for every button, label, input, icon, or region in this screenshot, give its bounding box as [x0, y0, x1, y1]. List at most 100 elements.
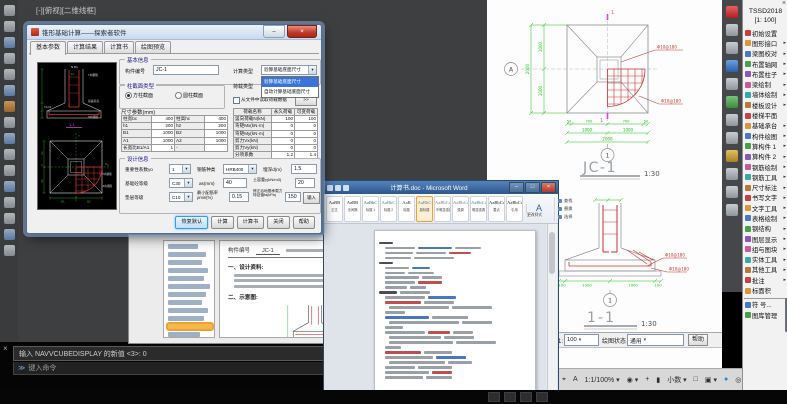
- tssd-item-实体工具[interactable]: 实体工具▸: [744, 255, 787, 265]
- tree-item[interactable]: [168, 324, 212, 329]
- word-scrollbar[interactable]: [547, 224, 557, 391]
- dropdown-option[interactable]: 验算基础底面尺寸: [262, 77, 318, 87]
- fa-input-button[interactable]: 输入: [303, 192, 320, 204]
- tree-item[interactable]: [168, 308, 208, 313]
- soil-input[interactable]: [295, 178, 315, 188]
- rho-min-input[interactable]: [229, 192, 249, 202]
- word-page[interactable]: [374, 230, 536, 391]
- tool-icon[interactable]: [4, 245, 15, 256]
- tssd-item-钢筋工具[interactable]: 钢筋工具▸: [744, 172, 787, 182]
- load-value-cell[interactable]: 0: [295, 138, 318, 145]
- tssd-item-布置柱子[interactable]: 布置柱子▸: [744, 69, 787, 79]
- tool-icon[interactable]: [726, 204, 738, 216]
- load-value-cell[interactable]: 0: [272, 145, 295, 152]
- annotation-icon[interactable]: A: [573, 376, 578, 383]
- taskbar-item[interactable]: [536, 392, 548, 402]
- tool-icon[interactable]: [4, 213, 15, 224]
- style-chip-明显强调[interactable]: AaBbCcD明显强调: [470, 196, 487, 222]
- style-chip-要点[interactable]: AaBbCcD要点: [488, 196, 505, 222]
- tssd-item-楼板设计[interactable]: 楼板设计▸: [744, 100, 787, 110]
- tssd-close-icon[interactable]: ×: [782, 0, 786, 7]
- tssd-item-符 号...[interactable]: 符 号...: [744, 298, 787, 310]
- tab-基本参数[interactable]: 基本参数: [30, 41, 66, 55]
- tool-icon[interactable]: [4, 69, 15, 80]
- calc-type-dropdown-list[interactable]: 验算基础底面尺寸 自动计算基础底面尺寸: [261, 76, 319, 98]
- save-icon[interactable]: [327, 185, 333, 191]
- word-titlebar[interactable]: 计算书.doc - Microsoft Word – □ ×: [324, 181, 558, 194]
- dialog-close-button[interactable]: ×: [287, 25, 317, 38]
- tssd-item-图库管理[interactable]: 图库管理: [744, 310, 787, 320]
- tssd-item-组与图块[interactable]: 组与图块▸: [744, 244, 787, 254]
- tool-icon[interactable]: [726, 96, 738, 108]
- load-name-cell[interactable]: 弯矩My(kN·m): [234, 131, 272, 138]
- tool-icon[interactable]: [4, 37, 15, 48]
- units-precision[interactable]: 小数 ▾: [667, 375, 686, 385]
- annotation-visibility-icon[interactable]: ◉ ▾: [627, 376, 639, 384]
- load-value-cell[interactable]: 0: [295, 145, 318, 152]
- size-params-table[interactable]: 柱宽bc400柱高hc400h1200h2200B11000B21000A110…: [121, 115, 228, 152]
- find-button[interactable]: 查找: [558, 197, 572, 205]
- tssd-item-梁图校对[interactable]: 梁图校对▸: [744, 49, 787, 59]
- load-name-cell[interactable]: 竖向荷载N(kN): [234, 116, 272, 123]
- tool-icon[interactable]: [4, 21, 15, 32]
- undo-icon[interactable]: [335, 185, 341, 191]
- tssd-item-标面积[interactable]: 标面积: [744, 285, 787, 295]
- style-chip-正文[interactable]: AaBB正文: [326, 196, 343, 222]
- viewport-label[interactable]: [-][俯视][二维线框]: [36, 5, 96, 16]
- taskbar-item[interactable]: [504, 392, 516, 402]
- tree-item[interactable]: [168, 244, 198, 249]
- tssd-item-钢筋绘制[interactable]: 钢筋绘制▸: [744, 162, 787, 172]
- style-chip-标题 1[interactable]: AaBbC标题 1: [362, 196, 379, 222]
- tool-icon[interactable]: [726, 42, 738, 54]
- load-value-cell[interactable]: 0: [272, 131, 295, 138]
- style-chip-不明显强调[interactable]: AaBbCcD不明显强调: [434, 196, 451, 222]
- tssd-item-图形接口[interactable]: 图形接口▸: [744, 38, 787, 48]
- tree-item[interactable]: [168, 252, 206, 257]
- crosshair-icon[interactable]: +: [645, 376, 649, 383]
- tssd-item-构件绘图[interactable]: 构件绘图▸: [744, 131, 787, 141]
- style-chip-强调[interactable]: AaBbCcD强调: [452, 196, 469, 222]
- dialog-button-关闭[interactable]: 关闭: [267, 216, 289, 229]
- tssd-item-墙体绘制[interactable]: 墙体绘制▸: [744, 90, 787, 100]
- param-value-cell[interactable]: 400: [205, 116, 228, 123]
- isolate-objects-icon[interactable]: ▮: [656, 376, 660, 384]
- tool-icon[interactable]: [726, 6, 738, 18]
- replace-button[interactable]: 替换: [558, 205, 572, 213]
- load-name-cell[interactable]: 剪力Vx(kN): [234, 138, 272, 145]
- round-column-radio[interactable]: [175, 92, 182, 99]
- tool-icon[interactable]: [4, 149, 15, 160]
- param-label-cell[interactable]: h2: [175, 123, 205, 130]
- word-scrollbar-thumb[interactable]: [549, 232, 555, 274]
- tree-item[interactable]: [168, 316, 204, 321]
- tab-绘图预览[interactable]: 绘图预览: [135, 41, 171, 53]
- tree-item[interactable]: [168, 284, 210, 289]
- param-label-cell[interactable]: A1: [122, 138, 152, 145]
- style-chip-标题[interactable]: AaB标题: [398, 196, 415, 222]
- fa-input[interactable]: [285, 192, 301, 202]
- right-draw-toolbar[interactable]: [722, 0, 742, 292]
- tool-icon[interactable]: [4, 165, 15, 176]
- tool-icon[interactable]: [4, 181, 15, 192]
- param-label-cell[interactable]: h1: [122, 123, 152, 130]
- taskbar-item[interactable]: [488, 392, 500, 402]
- sync-icon[interactable]: ●: [724, 376, 728, 383]
- tssd-item-文字工具[interactable]: 文字工具▸: [744, 203, 787, 213]
- tool-icon[interactable]: [726, 114, 738, 126]
- gamma-combo[interactable]: 1▾: [169, 164, 191, 174]
- tab-计算书[interactable]: 计算书: [104, 41, 134, 53]
- tssd-item-书写文字[interactable]: 书写文字▸: [744, 193, 787, 203]
- tssd-item-布置轴网[interactable]: 布置轴网▸: [744, 59, 787, 69]
- loads-table[interactable]: 荷载名称永久荷载可变荷载竖向荷载N(kN)100100弯矩Mx(kN·m)00弯…: [233, 108, 318, 159]
- tssd-item-梁绘制[interactable]: 梁绘制▸: [744, 79, 787, 89]
- style-chip-标题 2[interactable]: AaBbC标题 2: [380, 196, 397, 222]
- square-column-radio[interactable]: [125, 92, 132, 99]
- file-load-checkbox[interactable]: [233, 97, 240, 104]
- param-label-cell[interactable]: 长宽比B1/A1: [122, 145, 152, 152]
- hardware-accel-icon[interactable]: ◎: [735, 376, 741, 384]
- tool-icon[interactable]: [726, 168, 738, 180]
- tool-icon[interactable]: [4, 5, 15, 16]
- dialog-button-帮助[interactable]: 帮助: [293, 216, 315, 229]
- left-draw-toolbar[interactable]: [0, 0, 19, 345]
- param-value-cell[interactable]: 1000: [205, 138, 228, 145]
- tool-icon[interactable]: [4, 117, 15, 128]
